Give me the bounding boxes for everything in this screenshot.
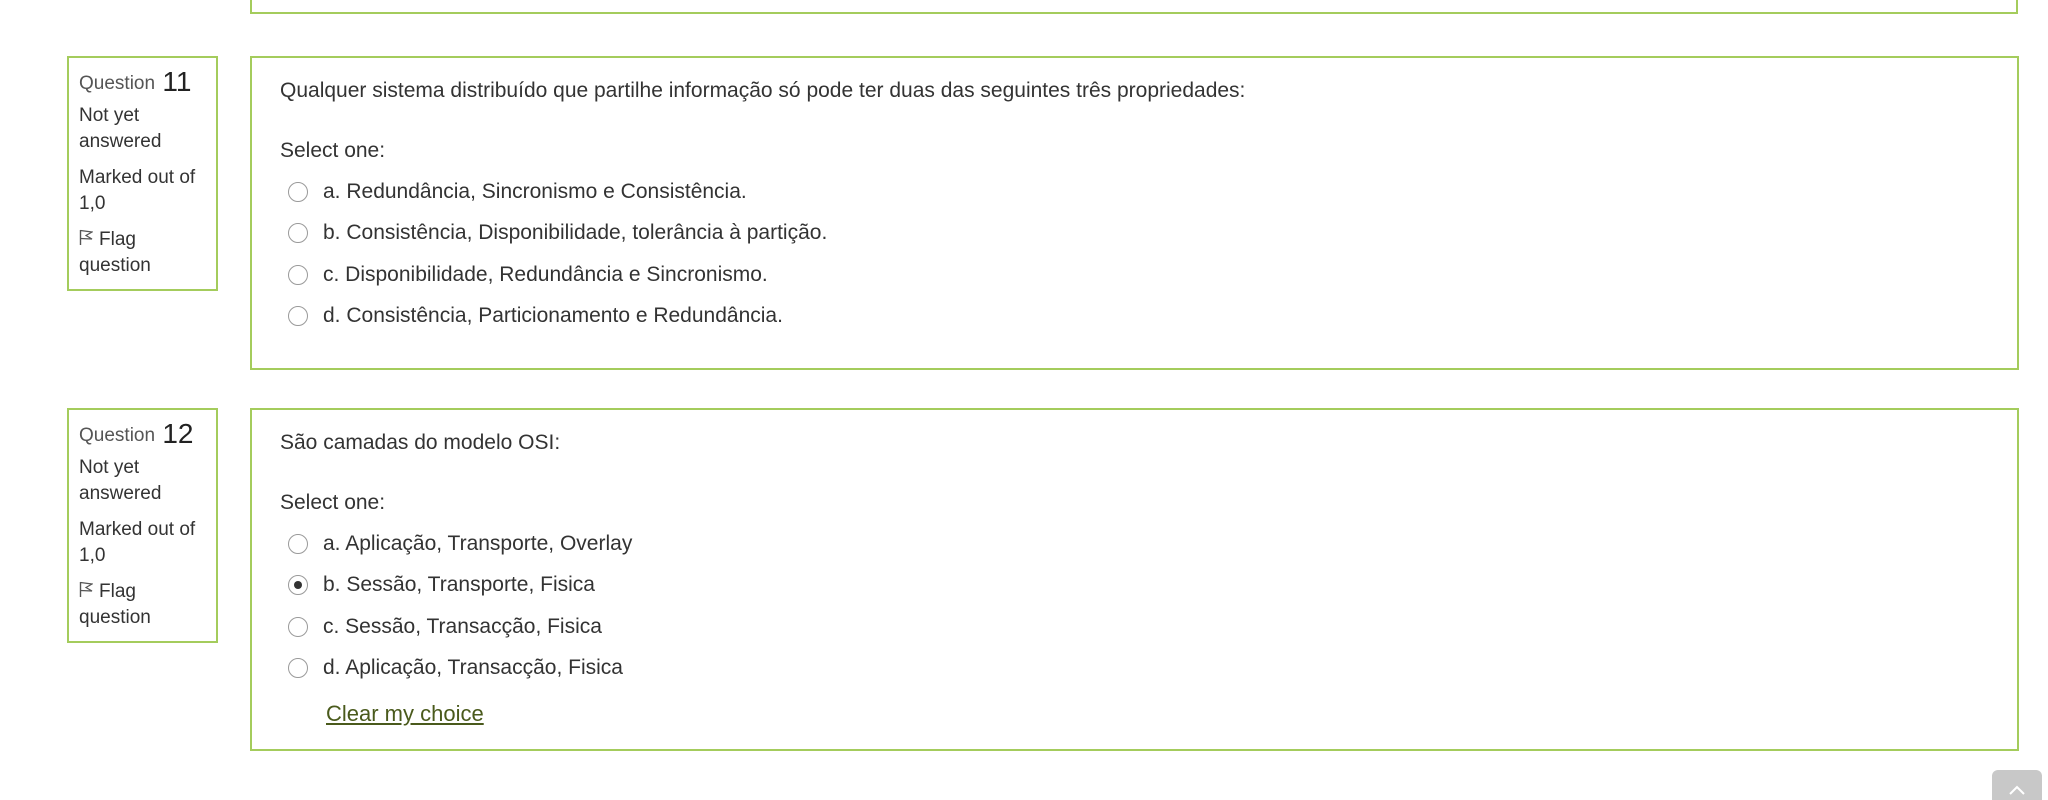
question-number-value: 12 — [162, 418, 194, 449]
answer-option-a[interactable]: a. Aplicação, Transporte, Overlay — [288, 523, 1989, 565]
radio-button-b[interactable] — [288, 575, 308, 596]
flag-icon — [79, 581, 94, 597]
chevron-up-icon — [2009, 785, 2025, 795]
question-text: São camadas do modelo OSI: — [280, 431, 561, 454]
question-number: Question 11 — [79, 66, 206, 97]
flag-icon — [79, 229, 94, 245]
answer-label-c[interactable]: c. Sessão, Transacção, Fisica — [323, 615, 602, 639]
answer-label-b[interactable]: b. Sessão, Transporte, Fisica — [323, 573, 595, 597]
question-content-12: São camadas do modelo OSI: Select one: a… — [250, 408, 2019, 751]
answer-option-b[interactable]: b. Sessão, Transporte, Fisica — [288, 565, 1989, 607]
answer-label-a[interactable]: a. Aplicação, Transporte, Overlay — [323, 532, 632, 556]
answer-options: a. Redundância, Sincronismo e Consistênc… — [280, 171, 1989, 337]
question-state: Not yet answered — [79, 457, 162, 504]
answer-label-d[interactable]: d. Aplicação, Transacção, Fisica — [323, 656, 623, 680]
answer-label-c[interactable]: c. Disponibilidade, Redundância e Sincro… — [323, 263, 768, 287]
flag-question-button[interactable]: Flag question — [79, 227, 206, 279]
flag-question-button[interactable]: Flag question — [79, 579, 206, 631]
question-number-value: 11 — [162, 66, 192, 97]
radio-button-a[interactable] — [288, 181, 308, 202]
question-grade: Marked out of 1,0 — [79, 519, 196, 566]
answer-option-d[interactable]: d. Consistência, Particionamento e Redun… — [288, 296, 1989, 338]
question-number: Question 12 — [79, 418, 206, 449]
answer-label-d[interactable]: d. Consistência, Particionamento e Redun… — [323, 304, 783, 328]
radio-button-c[interactable] — [288, 616, 308, 637]
radio-button-d[interactable] — [288, 658, 308, 679]
question-content-11: Qualquer sistema distribuído que partilh… — [250, 56, 2019, 370]
answer-option-d[interactable]: d. Aplicação, Transacção, Fisica — [288, 648, 1989, 690]
select-one-prompt: Select one: — [280, 139, 386, 162]
radio-button-b[interactable] — [288, 223, 308, 244]
quiz-page: Question 11 Not yet answered Marked out … — [0, 0, 2048, 800]
answer-option-a[interactable]: a. Redundância, Sincronismo e Consistênc… — [288, 171, 1989, 213]
question-label: Question — [79, 425, 156, 446]
answer-options: a. Aplicação, Transporte, Overlay b. Ses… — [280, 523, 1989, 689]
question-grade: Marked out of 1,0 — [79, 167, 196, 214]
clear-choice-link[interactable]: Clear my choice — [326, 701, 484, 727]
question-info-12: Question 12 Not yet answered Marked out … — [67, 408, 218, 643]
back-to-top-button[interactable] — [1992, 770, 2042, 800]
question-text: Qualquer sistema distribuído que partilh… — [280, 79, 1246, 102]
previous-question-content — [250, 0, 2018, 14]
answer-label-b[interactable]: b. Consistência, Disponibilidade, tolerâ… — [323, 221, 827, 245]
radio-button-d[interactable] — [288, 306, 308, 327]
radio-button-c[interactable] — [288, 264, 308, 285]
question-state: Not yet answered — [79, 105, 162, 152]
question-info-11: Question 11 Not yet answered Marked out … — [67, 56, 218, 291]
answer-option-c[interactable]: c. Sessão, Transacção, Fisica — [288, 606, 1989, 648]
radio-button-a[interactable] — [288, 533, 308, 554]
answer-option-b[interactable]: b. Consistência, Disponibilidade, tolerâ… — [288, 213, 1989, 255]
answer-label-a[interactable]: a. Redundância, Sincronismo e Consistênc… — [323, 180, 747, 204]
answer-option-c[interactable]: c. Disponibilidade, Redundância e Sincro… — [288, 254, 1989, 296]
question-label: Question — [79, 73, 156, 94]
select-one-prompt: Select one: — [280, 491, 386, 514]
